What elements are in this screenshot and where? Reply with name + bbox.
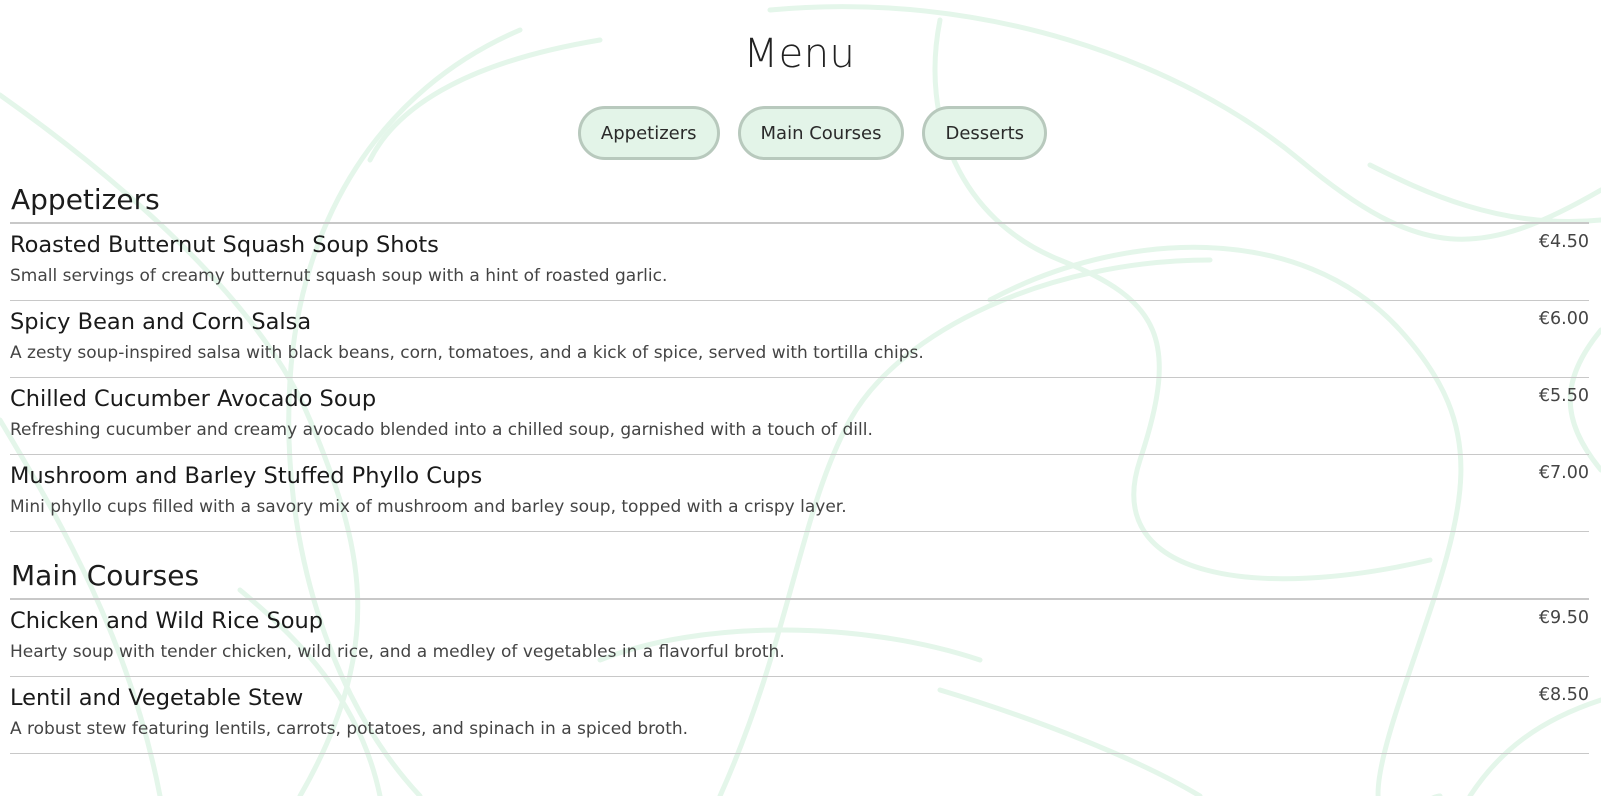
menu-item-price: €4.50	[1538, 232, 1589, 252]
category-button-desserts[interactable]: Desserts	[922, 106, 1048, 160]
menu-item: Mushroom and Barley Stuffed Phyllo Cups …	[10, 455, 1589, 532]
menu-item-price: €7.00	[1538, 463, 1589, 483]
menu-item-price: €8.50	[1538, 685, 1589, 705]
menu-item-description: Small servings of creamy butternut squas…	[10, 266, 668, 286]
menu-item-name: Mushroom and Barley Stuffed Phyllo Cups	[10, 463, 483, 489]
category-button-main-courses[interactable]: Main Courses	[737, 106, 905, 160]
menu-item-name: Chilled Cucumber Avocado Soup	[10, 386, 377, 412]
menu-item-description: Refreshing cucumber and creamy avocado b…	[10, 420, 873, 440]
menu-item-description: Mini phyllo cups filled with a savory mi…	[10, 497, 847, 517]
menu-item: Chicken and Wild Rice Soup Hearty soup w…	[10, 600, 1589, 677]
menu-item: Chilled Cucumber Avocado Soup Refreshing…	[10, 378, 1589, 455]
menu-item-name: Lentil and Vegetable Stew	[10, 685, 304, 711]
category-nav: Appetizers Main Courses Desserts	[36, 106, 1589, 160]
menu-item-name: Roasted Butternut Squash Soup Shots	[10, 232, 439, 258]
menu-item-price: €6.00	[1538, 309, 1589, 329]
section-main-courses: Main Courses Chicken and Wild Rice Soup …	[10, 554, 1589, 754]
menu-item-name: Spicy Bean and Corn Salsa	[10, 309, 312, 335]
menu-item-name: Chicken and Wild Rice Soup	[10, 608, 324, 634]
category-button-appetizers[interactable]: Appetizers	[577, 106, 720, 160]
menu-item: Spicy Bean and Corn Salsa A zesty soup-i…	[10, 301, 1589, 378]
section-appetizers: Appetizers Roasted Butternut Squash Soup…	[10, 178, 1589, 532]
menu-item-description: Hearty soup with tender chicken, wild ri…	[10, 642, 785, 662]
menu-item: Lentil and Vegetable Stew A robust stew …	[10, 677, 1589, 754]
menu-item-description: A robust stew featuring lentils, carrots…	[10, 719, 689, 739]
page-title: Menu	[743, 31, 856, 77]
menu-page: Menu Appetizers Main Courses Desserts Ap…	[0, 0, 1601, 796]
section-title: Appetizers	[10, 178, 1589, 224]
section-title: Main Courses	[10, 554, 1589, 600]
menu-content: Menu Appetizers Main Courses Desserts Ap…	[0, 0, 1601, 754]
menu-item-price: €9.50	[1538, 608, 1589, 628]
menu-item: Roasted Butternut Squash Soup Shots Smal…	[10, 224, 1589, 301]
menu-item-description: A zesty soup-inspired salsa with black b…	[10, 343, 924, 363]
menu-item-price: €5.50	[1538, 386, 1589, 406]
